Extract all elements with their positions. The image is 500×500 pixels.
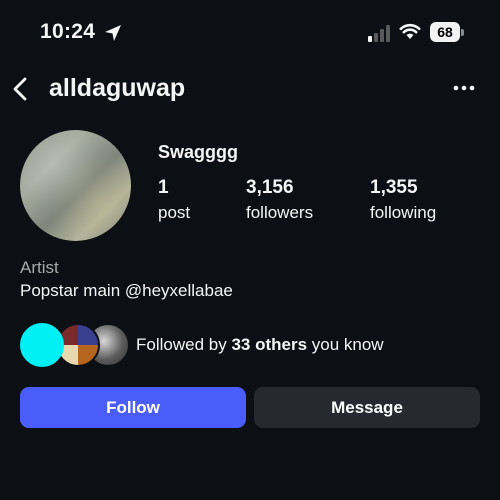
profile-bio: Popstar main @heyxellabae xyxy=(20,281,233,300)
battery-level: 68 xyxy=(430,22,460,42)
profile-username: alldaguwap xyxy=(49,74,186,102)
followed-by-prefix: Followed by xyxy=(136,335,232,354)
stat-followers-label: followers xyxy=(246,203,314,222)
cellular-signal-icon xyxy=(368,24,392,42)
location-arrow-icon xyxy=(105,25,121,41)
stat-posts-label: post xyxy=(158,203,191,222)
followed-by-suffix: you know xyxy=(307,335,384,354)
stat-followers[interactable]: 3,156 followers xyxy=(246,177,313,223)
profile-avatar[interactable] xyxy=(20,130,131,241)
followed-by-text[interactable]: Followed by 33 others you know xyxy=(136,335,384,355)
status-time: 10:24 xyxy=(40,20,96,43)
status-bar: 10:24 68 xyxy=(0,0,500,66)
follow-button[interactable]: Follow xyxy=(20,387,246,428)
mutual-avatar xyxy=(20,323,64,367)
back-chevron-icon[interactable] xyxy=(10,76,30,102)
battery-icon: 68 xyxy=(430,22,464,42)
stat-posts[interactable]: 1 post xyxy=(158,177,190,223)
display-name: Swagggg xyxy=(158,142,238,162)
stat-following-label: following xyxy=(370,203,437,222)
more-options-icon[interactable] xyxy=(452,80,476,96)
followed-by-count: 33 others xyxy=(231,335,308,354)
wifi-icon xyxy=(399,23,421,39)
stat-following-value: 1,355 xyxy=(370,177,418,198)
stat-following[interactable]: 1,355 following xyxy=(370,177,436,223)
stat-followers-value: 3,156 xyxy=(246,177,294,198)
stat-posts-value: 1 xyxy=(158,177,169,198)
message-button[interactable]: Message xyxy=(254,387,480,428)
profile-category: Artist xyxy=(20,258,59,277)
mutual-followers-avatars[interactable] xyxy=(20,323,130,367)
